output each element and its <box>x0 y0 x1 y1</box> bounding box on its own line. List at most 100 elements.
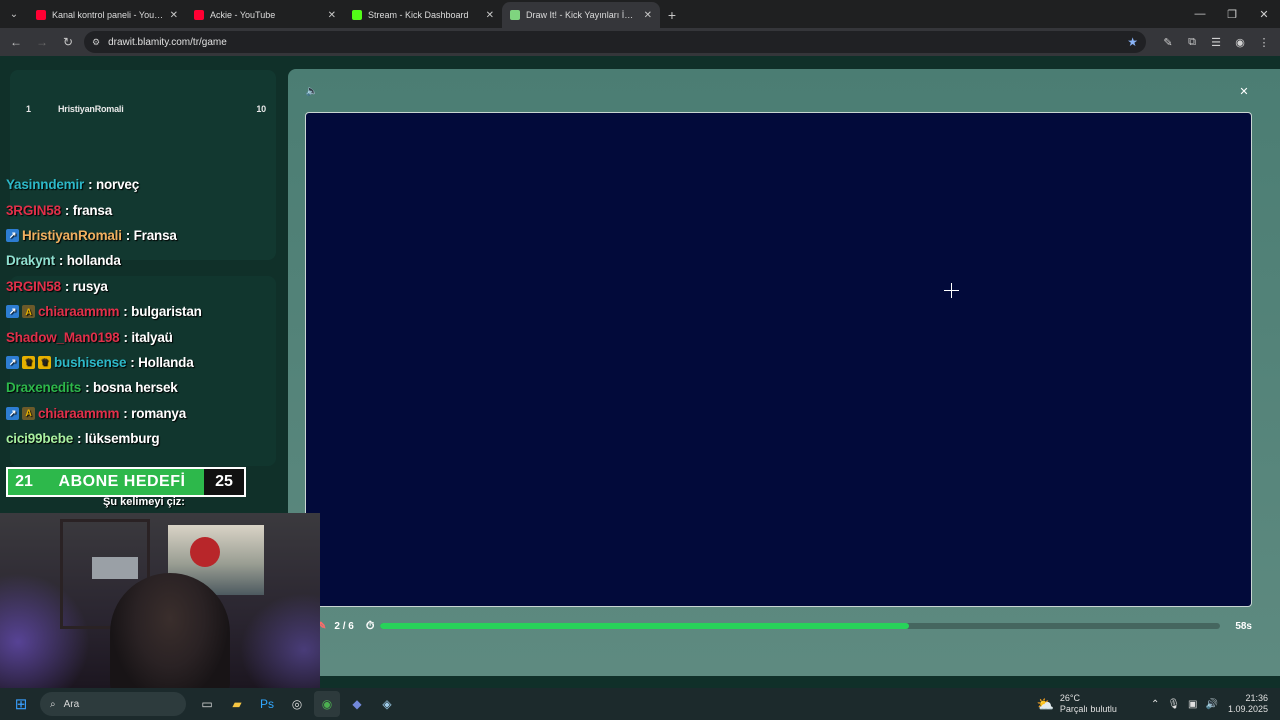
taskbar-search[interactable]: ⌕ Ara <box>40 692 186 716</box>
forward-icon[interactable]: → <box>32 32 52 52</box>
address-bar[interactable]: ⚙ drawit.blamity.com/tr/game ★ <box>84 31 1146 53</box>
chat-badge-icon: ↗ <box>6 355 19 369</box>
new-tab-button[interactable]: + <box>660 2 684 28</box>
network-icon[interactable]: ▣ <box>1188 699 1197 710</box>
taskbar: ⊞ ⌕ Ara ▭ ▰ Ps ◎ ◉ ◆ ◈ ⛅ 26°C Parçalı bu… <box>0 688 1280 720</box>
extensions-icon[interactable]: ⧉ <box>1182 32 1202 52</box>
chat-username: Drakynt <box>6 253 55 269</box>
chat-username: Shadow_Man0198 <box>6 329 120 345</box>
browser-tab-bar: ⌄ Kanal kontrol paneli - YouTube ✕ Ackie -… <box>0 0 1280 28</box>
tab-favicon-icon <box>194 10 204 20</box>
chat-message: ↗ Achiaraammm: bulgaristan <box>6 299 290 324</box>
tray-chevron-icon[interactable]: ⌃ <box>1151 699 1159 710</box>
app-icon[interactable]: ◎ <box>284 691 310 717</box>
search-placeholder: Ara <box>63 698 80 710</box>
chat-text: : Fransa <box>125 227 177 243</box>
weather-icon: ⛅ <box>1036 695 1054 712</box>
chat-username: Draxenedits <box>6 380 82 396</box>
chat-username: chiaraammm <box>38 405 120 421</box>
chat-text: : fransa <box>64 202 113 218</box>
profile-icon[interactable]: ◉ <box>1230 32 1250 52</box>
browser-toolbar: ← → ↻ ⚙ drawit.blamity.com/tr/game ★ ✎ ⧉… <box>0 28 1280 56</box>
minimize-icon[interactable]: — <box>1184 0 1216 28</box>
chrome-icon[interactable]: ◉ <box>314 691 340 717</box>
sound-icon[interactable]: 🔈 <box>304 83 320 99</box>
clock[interactable]: 21:36 1.09.2025 <box>1228 693 1272 715</box>
leaderboard-name: HristiyanRomali <box>58 104 124 114</box>
tab-search-icon[interactable]: ⌄ <box>0 0 28 28</box>
tab-title: Kanal kontrol paneli - YouTube <box>52 10 164 20</box>
crosshair-cursor-icon <box>944 283 959 298</box>
search-icon: ⌕ <box>50 698 56 710</box>
chat-text: : bosna hersek <box>85 380 178 396</box>
bookmark-star-icon[interactable]: ★ <box>1127 35 1138 49</box>
time-progress-fill <box>380 623 910 629</box>
restore-icon[interactable]: ❐ <box>1216 0 1248 28</box>
media-controls-icon[interactable]: ☰ <box>1206 32 1226 52</box>
leaderboard-rank: 1 <box>26 104 31 114</box>
drawing-canvas[interactable] <box>305 112 1252 607</box>
steam-icon[interactable]: ◈ <box>374 691 400 717</box>
chat-message: Draxenedits: bosna hersek <box>6 375 290 400</box>
chat-message: Drakynt: hollanda <box>6 248 290 273</box>
leaderboard-score: 10 <box>256 104 266 114</box>
chat-message: Shadow_Man0198: italyaü <box>6 324 290 349</box>
windows-start-icon[interactable]: ⊞ <box>8 691 34 717</box>
draw-word-label: Şu kelimeyi çiz: <box>103 496 185 508</box>
weather-temp: 26°C <box>1059 693 1081 703</box>
chat-text: : bulgaristan <box>123 304 202 320</box>
chat-feed: Yasinndemir: norveç 3RGIN58: fransa ↗ Hrist… <box>6 172 290 451</box>
chat-badge-icon: ↗ <box>6 305 19 319</box>
menu-icon[interactable]: ⋮ <box>1254 32 1274 52</box>
chat-username: bushisense <box>54 354 127 370</box>
tab-close-icon[interactable]: ✕ <box>170 10 178 21</box>
reload-icon[interactable]: ↻ <box>58 32 78 52</box>
page-content: 1 HristiyanRomali 10 Yasinndemir: norveç… <box>0 56 1280 688</box>
chat-text: : norveç <box>88 177 140 193</box>
seconds-remaining: 58s <box>1235 620 1252 632</box>
goal-target: 25 <box>204 469 244 495</box>
browser-tab[interactable]: Draw It! - Kick Yayınları İçin Çizim ✕ <box>502 2 660 28</box>
tab-title: Ackie - YouTube <box>210 10 276 20</box>
weather-desc: Parçalı bulutlu <box>1059 704 1117 714</box>
chat-username: cici99bebe <box>6 431 74 447</box>
round-counter: 2 / 6 <box>334 620 354 632</box>
timer-icon: ⏱ <box>365 619 375 632</box>
browser-tab[interactable]: Ackie - YouTube ✕ <box>186 2 344 28</box>
tab-close-icon[interactable]: ✕ <box>644 10 652 21</box>
tab-close-icon[interactable]: ✕ <box>328 10 336 21</box>
close-window-icon[interactable]: ✕ <box>1248 0 1280 28</box>
tab-favicon-icon <box>352 10 362 20</box>
file-explorer-icon[interactable]: ▰ <box>224 691 250 717</box>
leaderboard-row: 1 HristiyanRomali 10 <box>10 104 266 114</box>
chat-text: : rusya <box>64 278 108 294</box>
chat-badge-icon: A <box>22 305 35 319</box>
task-view-icon[interactable]: ▭ <box>194 691 220 717</box>
browser-tab[interactable]: Stream - Kick Dashboard ✕ <box>344 2 502 28</box>
chat-message: 3RGIN58: fransa <box>6 197 290 222</box>
chat-badge-icon: ♛ <box>22 355 35 369</box>
chat-message: ↗ HristiyanRomali: Fransa <box>6 223 290 248</box>
streamer-silhouette <box>110 573 230 688</box>
pen-extension-icon[interactable]: ✎ <box>1158 32 1178 52</box>
back-icon[interactable]: ← <box>6 32 26 52</box>
chat-message: ↗ Achiaraammm: romanya <box>6 401 290 426</box>
site-info-icon[interactable]: ⚙ <box>92 37 100 48</box>
chat-text: : italyaü <box>123 329 173 345</box>
tab-title: Draw It! - Kick Yayınları İçin Çizim <box>526 10 638 20</box>
close-icon[interactable]: ✕ <box>1236 83 1252 99</box>
weather-widget[interactable]: ⛅ 26°C Parçalı bulutlu <box>1036 693 1116 715</box>
tab-close-icon[interactable]: ✕ <box>486 10 494 21</box>
chat-text: : hollanda <box>58 253 121 269</box>
chat-username: 3RGIN58 <box>6 202 61 218</box>
time-progress-bar <box>380 623 1220 629</box>
browser-tab[interactable]: Kanal kontrol paneli - YouTube ✕ <box>28 2 186 28</box>
clock-time: 21:36 <box>1245 693 1268 703</box>
chat-text: : romanya <box>123 405 187 421</box>
microphone-icon[interactable]: 🎙 <box>1167 699 1180 710</box>
photoshop-icon[interactable]: Ps <box>254 691 280 717</box>
discord-icon[interactable]: ◆ <box>344 691 370 717</box>
chat-message: 3RGIN58: rusya <box>6 274 290 299</box>
volume-icon[interactable]: 🔊 <box>1206 699 1218 710</box>
url-text: drawit.blamity.com/tr/game <box>108 36 227 48</box>
